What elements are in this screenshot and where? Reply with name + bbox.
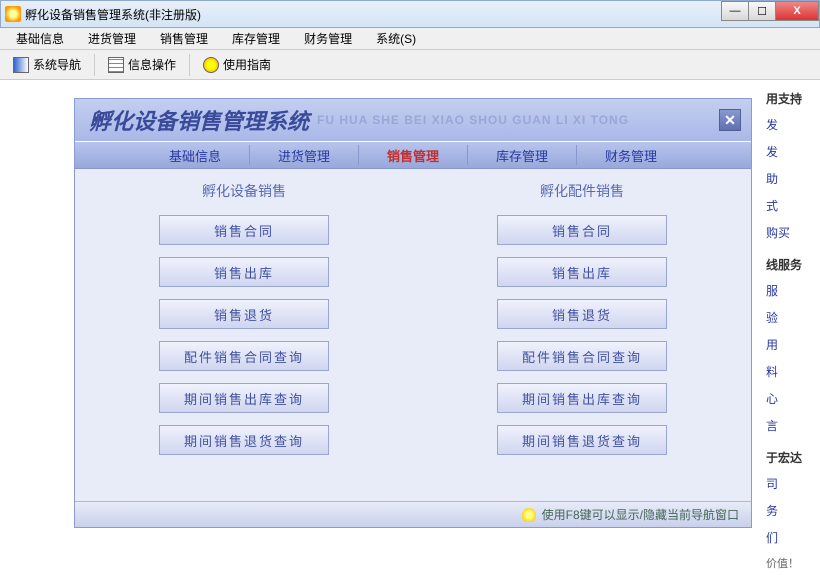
nav-tabs: 基础信息进货管理销售管理库存管理财务管理	[75, 141, 751, 169]
nav-tab-4[interactable]: 财务管理	[577, 145, 685, 165]
sidebar-item[interactable]: 式	[760, 192, 820, 219]
app-icon	[5, 6, 21, 22]
action-button[interactable]: 配件销售合同查询	[159, 341, 329, 371]
menu-system[interactable]: 系统(S)	[364, 28, 428, 49]
action-button[interactable]: 期间销售退货查询	[497, 425, 667, 455]
sidebar-item[interactable]: 用	[760, 331, 820, 358]
sidebar-header: 于宏达	[760, 445, 820, 470]
main-panel: 孵化设备销售管理系统 FU HUA SHE BEI XIAO SHOU GUAN…	[74, 98, 752, 528]
panel-subtitle: FU HUA SHE BEI XIAO SHOU GUAN LI XI TONG	[317, 113, 629, 127]
sidebar-item[interactable]: 验	[760, 304, 820, 331]
sidebar-item[interactable]: 助	[760, 165, 820, 192]
sidebar-item[interactable]: 发	[760, 111, 820, 138]
content-column-0: 孵化设备销售销售合同销售出库销售退货配件销售合同查询期间销售出库查询期间销售退货…	[95, 181, 393, 455]
action-button[interactable]: 期间销售出库查询	[497, 383, 667, 413]
sidebar-item[interactable]: 服	[760, 277, 820, 304]
nav-tab-0[interactable]: 基础信息	[141, 145, 250, 165]
nav-tab-1[interactable]: 进货管理	[250, 145, 359, 165]
panel-header: 孵化设备销售管理系统 FU HUA SHE BEI XIAO SHOU GUAN…	[75, 99, 751, 141]
column-title: 孵化配件销售	[433, 181, 731, 205]
menu-sales[interactable]: 销售管理	[148, 28, 220, 49]
menu-basic-info[interactable]: 基础信息	[4, 28, 76, 49]
action-button[interactable]: 销售合同	[497, 215, 667, 245]
toolbar-nav-button[interactable]: 系统导航	[4, 52, 90, 77]
sidebar-item[interactable]: 料	[760, 358, 820, 385]
menu-purchase[interactable]: 进货管理	[76, 28, 148, 49]
toolbar-separator	[189, 54, 190, 76]
help-icon	[203, 57, 219, 73]
panel-title: 孵化设备销售管理系统	[89, 104, 309, 136]
footer-hint: 使用F8键可以显示/隐藏当前导航窗口	[542, 506, 739, 523]
window-title: 孵化设备销售管理系统(非注册版)	[25, 6, 201, 23]
action-button[interactable]: 期间销售出库查询	[159, 383, 329, 413]
sidebar-item[interactable]: 发	[760, 138, 820, 165]
button-list: 销售合同销售出库销售退货配件销售合同查询期间销售出库查询期间销售退货查询	[433, 215, 731, 455]
action-button[interactable]: 销售退货	[159, 299, 329, 329]
panel-content: 孵化设备销售销售合同销售出库销售退货配件销售合同查询期间销售出库查询期间销售退货…	[75, 169, 751, 455]
toolbar-help-label: 使用指南	[223, 56, 271, 73]
nav-tab-2[interactable]: 销售管理	[359, 145, 468, 165]
column-title: 孵化设备销售	[95, 181, 393, 205]
right-sidebar: 用支持发发助式购买线服务服验用料心言于宏达司务们价值！	[760, 80, 820, 575]
sidebar-item[interactable]: 们	[760, 524, 820, 551]
sidebar-item[interactable]: 心	[760, 385, 820, 412]
action-button[interactable]: 销售退货	[497, 299, 667, 329]
button-list: 销售合同销售出库销售退货配件销售合同查询期间销售出库查询期间销售退货查询	[95, 215, 393, 455]
lightbulb-icon	[522, 508, 536, 522]
action-button[interactable]: 销售合同	[159, 215, 329, 245]
window-controls: — ☐ X	[722, 1, 819, 21]
close-icon: ✕	[724, 112, 736, 129]
menu-finance[interactable]: 财务管理	[292, 28, 364, 49]
sidebar-item[interactable]: 言	[760, 412, 820, 439]
sidebar-item[interactable]: 购买	[760, 219, 820, 246]
panel-footer: 使用F8键可以显示/隐藏当前导航窗口	[75, 501, 751, 527]
sidebar-header: 用支持	[760, 86, 820, 111]
workspace: 孵化设备销售管理系统 FU HUA SHE BEI XIAO SHOU GUAN…	[0, 80, 820, 540]
toolbar-separator	[94, 54, 95, 76]
maximize-button[interactable]: ☐	[748, 1, 776, 21]
toolbar-nav-label: 系统导航	[33, 56, 81, 73]
nav-tab-3[interactable]: 库存管理	[468, 145, 577, 165]
menu-bar: 基础信息 进货管理 销售管理 库存管理 财务管理 系统(S)	[0, 28, 820, 50]
grid-icon	[108, 57, 124, 73]
toolbar-help-button[interactable]: 使用指南	[194, 52, 280, 77]
title-bar: 孵化设备销售管理系统(非注册版) — ☐ X	[0, 0, 820, 28]
toolbar: 系统导航 信息操作 使用指南	[0, 50, 820, 80]
sidebar-item[interactable]: 司	[760, 470, 820, 497]
sidebar-footer-text: 价值！	[760, 551, 820, 575]
sidebar-item[interactable]: 务	[760, 497, 820, 524]
nav-icon	[13, 57, 29, 73]
action-button[interactable]: 销售出库	[159, 257, 329, 287]
menu-inventory[interactable]: 库存管理	[220, 28, 292, 49]
action-button[interactable]: 配件销售合同查询	[497, 341, 667, 371]
close-button[interactable]: X	[775, 1, 819, 21]
toolbar-info-button[interactable]: 信息操作	[99, 52, 185, 77]
sidebar-header: 线服务	[760, 252, 820, 277]
action-button[interactable]: 期间销售退货查询	[159, 425, 329, 455]
panel-close-button[interactable]: ✕	[719, 109, 741, 131]
minimize-button[interactable]: —	[721, 1, 749, 21]
content-column-1: 孵化配件销售销售合同销售出库销售退货配件销售合同查询期间销售出库查询期间销售退货…	[433, 181, 731, 455]
action-button[interactable]: 销售出库	[497, 257, 667, 287]
toolbar-info-label: 信息操作	[128, 56, 176, 73]
